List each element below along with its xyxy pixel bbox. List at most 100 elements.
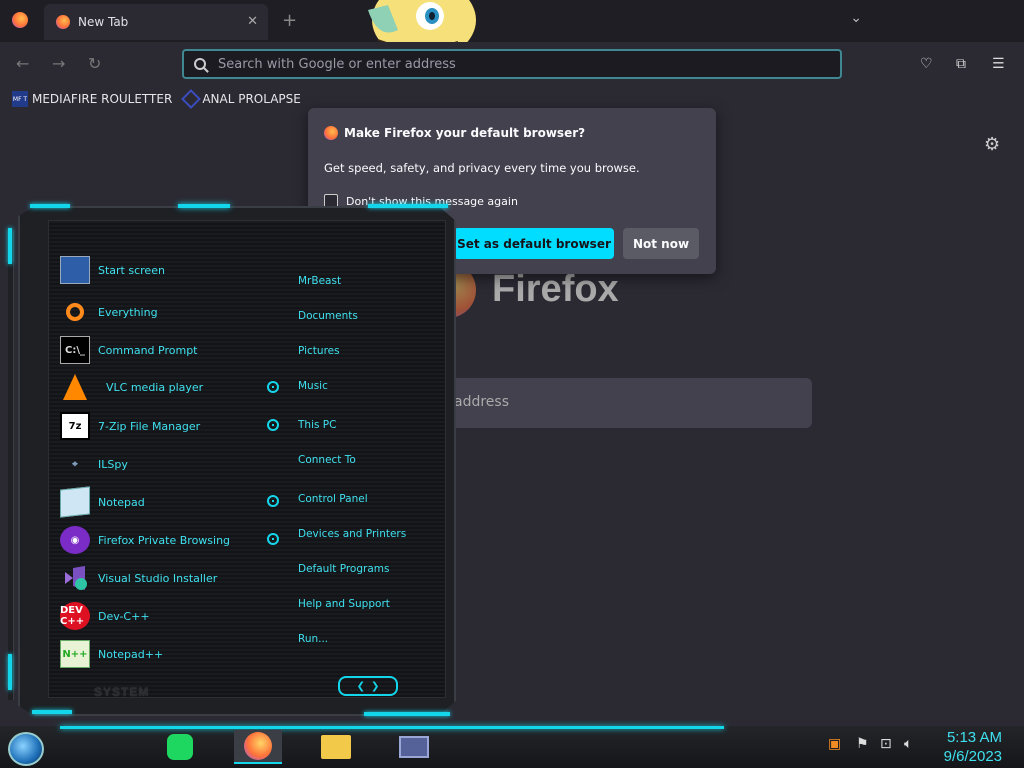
submenu-indicator-icon [267,419,279,431]
firefox-private-icon: ◉ [60,526,90,554]
popup-body: Get speed, safety, and privacy every tim… [324,161,640,175]
new-tab-button[interactable]: + [282,10,297,31]
desktop: New Tab ✕ + ⌄ ← → ↻ ♡ ⧉ ☰ MF T MEDIAFIRE… [0,0,1024,768]
popup-title-row: Make Firefox your default browser? [324,126,585,140]
submenu-indicator-icon [267,533,279,545]
network-icon[interactable]: ⊡ [880,736,892,752]
place-help-and-support[interactable]: Help and Support [298,598,390,610]
extensions-icon[interactable]: ⧉ [956,56,966,72]
program-command-prompt[interactable]: C:\_ Command Prompt [60,336,198,364]
frame-glow-accent [368,204,448,208]
program-dev-cpp[interactable]: DEV C++ Dev-C++ [60,602,150,630]
not-now-button[interactable]: Not now [623,228,699,259]
start-menu: Start screen Everything C:\_ Command Pro… [8,200,456,722]
start-screen-icon [60,256,90,284]
url-bar[interactable] [182,49,842,79]
taskbar: ▣ ⚑ ⊡ 🔈︎ 5:13 AM 9/6/2023 [0,726,1024,768]
program-label: Everything [98,305,158,319]
place-documents[interactable]: Documents [298,310,358,322]
firefox-icon [244,732,272,760]
navigation-toolbar: ← → ↻ ♡ ⧉ ☰ [0,42,1024,86]
firefox-tab-icon [56,15,70,29]
system-label: SYSTEM [94,685,150,699]
place-devices-and-printers[interactable]: Devices and Printers [298,528,406,540]
tray-app-icon[interactable]: ▣ [828,736,841,752]
set-default-browser-button[interactable]: Set as default browser [454,228,614,259]
place-music[interactable]: Music [298,380,328,392]
program-notepad-plus-plus[interactable]: N++ Notepad++ [60,640,163,668]
firefox-wordmark: Firefox [492,268,619,310]
tab-strip: New Tab ✕ + ⌄ [0,0,1024,42]
frame-glow-accent [364,712,450,716]
program-label: Visual Studio Installer [98,571,218,585]
action-center-flag-icon[interactable]: ⚑ [856,736,869,752]
taskbar-firefox[interactable] [234,730,282,764]
forward-arrow-icon[interactable]: → [52,54,65,73]
place-default-programs[interactable]: Default Programs [298,563,389,575]
mf-icon: MF T [12,91,28,107]
gear-icon[interactable]: ⚙ [984,134,1000,155]
list-all-tabs-button[interactable]: ⌄ [850,10,862,26]
pocket-icon[interactable]: ♡ [920,56,933,72]
program-label: Firefox Private Browsing [98,533,231,547]
program-vs-installer[interactable]: Visual Studio Installer [60,564,217,592]
start-menu-page-nav[interactable]: ❮ ❯ [338,676,398,696]
program-notepad[interactable]: Notepad [60,486,145,518]
submenu-indicator-icon [267,495,279,507]
place-connect-to[interactable]: Connect To [298,454,356,466]
frame-glow-accent [8,654,12,690]
program-everything[interactable]: Everything [60,298,158,326]
firefox-icon [324,126,338,140]
hamburger-menu-icon[interactable]: ☰ [992,56,1005,72]
taskbar-file-explorer[interactable] [312,730,360,764]
dev-cpp-icon: DEV C++ [60,602,90,630]
notepad-plus-plus-icon: N++ [60,640,90,668]
place-control-panel[interactable]: Control Panel [298,493,368,505]
url-input[interactable] [218,56,778,72]
firefox-app-icon[interactable] [12,12,28,28]
start-menu-side-rail [8,230,14,700]
chevron-right-icon[interactable]: ❯ [371,681,379,692]
program-7zip[interactable]: 7z 7-Zip File Manager [60,412,200,440]
popup-title: Make Firefox your default browser? [344,126,586,140]
bookmark-mediafire-rouletter[interactable]: MF T MEDIAFIRE ROULETTER [12,91,172,107]
place-mrbeast[interactable]: MrBeast [298,275,341,287]
notepad-icon [60,486,90,518]
place-this-pc[interactable]: This PC [298,419,336,431]
tab-new-tab[interactable]: New Tab ✕ [44,4,268,40]
command-prompt-icon: C:\_ [60,336,90,364]
program-start-screen[interactable]: Start screen [60,256,165,284]
bookmark-label: ANAL PROLAPSE [202,92,301,106]
clock-date: 9/6/2023 [943,748,1002,765]
newtab-search-box[interactable]: address [420,378,812,428]
everything-icon [60,298,90,326]
bookmark-second[interactable]: ANAL PROLAPSE [181,89,301,109]
taskbar-spotify[interactable] [156,730,204,764]
spotify-icon [167,734,193,760]
place-run[interactable]: Run... [298,633,328,645]
tab-title: New Tab [78,15,129,29]
taskbar-window-app[interactable] [390,730,438,764]
submenu-indicator-icon [267,381,279,393]
taskbar-clock[interactable]: 5:13 AM 9/6/2023 [912,728,1002,766]
frame-glow-accent [178,204,230,208]
program-label: Start screen [98,263,165,277]
tab-close-icon[interactable]: ✕ [247,14,258,29]
program-ilspy[interactable]: ⌖ ILSpy [60,450,128,478]
reload-icon[interactable]: ↻ [88,54,101,73]
place-pictures[interactable]: Pictures [298,345,340,357]
program-label: Notepad++ [98,647,164,661]
taskbar-glow [60,726,724,729]
program-firefox-private[interactable]: ◉ Firefox Private Browsing [60,526,230,554]
program-label: Notepad [98,495,145,509]
diamond-bookmark-icon [181,89,202,109]
file-explorer-icon [321,735,351,759]
start-orb-button[interactable] [8,732,44,766]
chevron-left-icon[interactable]: ❮ [357,681,365,692]
program-vlc[interactable]: VLC media player [60,374,203,400]
frame-glow-accent [32,710,72,714]
window-app-icon [399,736,429,758]
ilspy-icon: ⌖ [72,458,78,470]
vlc-icon [63,374,87,400]
back-arrow-icon[interactable]: ← [16,54,29,73]
